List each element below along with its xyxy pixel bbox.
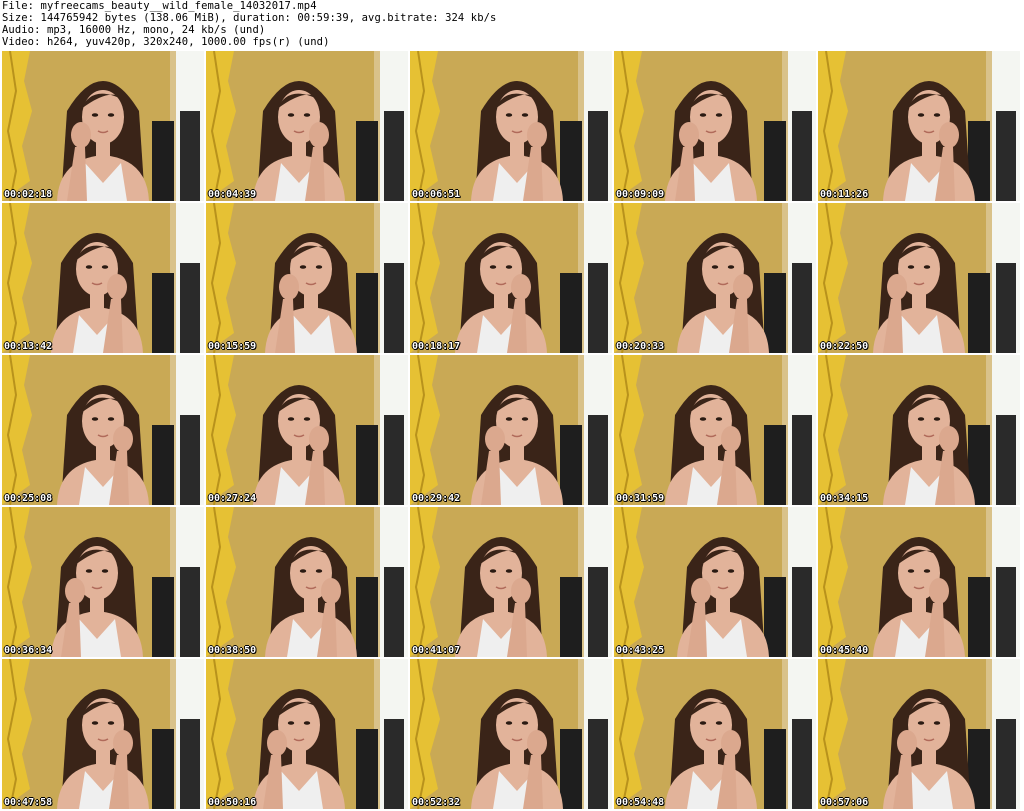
file-info-header: File: myfreecams_beauty__wild_female_140… [2,0,1012,48]
thumbnail-frame: 00:52:32 [410,659,612,809]
frame-timestamp: 00:11:26 [820,189,869,200]
frame-timestamp: 00:15:59 [208,341,257,352]
frame-timestamp: 00:45:40 [820,645,869,656]
webcam-frame-image [2,355,204,505]
frame-timestamp: 00:41:07 [412,645,461,656]
webcam-frame-image [206,203,408,353]
webcam-frame-image [818,355,1020,505]
frame-timestamp: 00:02:18 [4,189,53,200]
frame-timestamp: 00:09:09 [616,189,665,200]
webcam-frame-image [614,507,816,657]
frame-timestamp: 00:13:42 [4,341,53,352]
thumbnail-frame: 00:54:48 [614,659,816,809]
frame-timestamp: 00:43:25 [616,645,665,656]
frame-timestamp: 00:04:39 [208,189,257,200]
file-name-line: File: myfreecams_beauty__wild_female_140… [2,0,317,12]
thumbnail-grid: 00:02:18 00:04:39 00:06:51 00:09:09 00:1… [2,51,1020,809]
thumbnail-frame: 00:50:16 [206,659,408,809]
thumbnail-frame: 00:43:25 [614,507,816,657]
webcam-frame-image [410,51,612,201]
frame-timestamp: 00:31:59 [616,493,665,504]
webcam-frame-image [206,659,408,809]
webcam-frame-image [206,507,408,657]
webcam-frame-image [818,203,1020,353]
frame-timestamp: 00:38:50 [208,645,257,656]
frame-timestamp: 00:29:42 [412,493,461,504]
frame-timestamp: 00:06:51 [412,189,461,200]
webcam-frame-image [2,51,204,201]
thumbnail-frame: 00:15:59 [206,203,408,353]
thumbnail-frame: 00:22:50 [818,203,1020,353]
webcam-frame-image [818,659,1020,809]
frame-timestamp: 00:57:06 [820,797,869,808]
frame-timestamp: 00:22:50 [820,341,869,352]
webcam-frame-image [818,51,1020,201]
thumbnail-frame: 00:13:42 [2,203,204,353]
frame-timestamp: 00:54:48 [616,797,665,808]
frame-timestamp: 00:34:15 [820,493,869,504]
file-size-line: Size: 144765942 bytes (138.06 MiB), dura… [2,12,497,24]
frame-timestamp: 00:36:34 [4,645,53,656]
video-info-line: Video: h264, yuv420p, 320x240, 1000.00 f… [2,36,330,48]
thumbnail-frame: 00:41:07 [410,507,612,657]
webcam-frame-image [614,51,816,201]
thumbnail-frame: 00:36:34 [2,507,204,657]
frame-timestamp: 00:18:17 [412,341,461,352]
webcam-frame-image [614,355,816,505]
frame-timestamp: 00:52:32 [412,797,461,808]
thumbnail-frame: 00:47:58 [2,659,204,809]
thumbnail-frame: 00:02:18 [2,51,204,201]
thumbnail-frame: 00:09:09 [614,51,816,201]
webcam-frame-image [614,203,816,353]
thumbnail-frame: 00:34:15 [818,355,1020,505]
thumbnail-frame: 00:04:39 [206,51,408,201]
thumbnail-frame: 00:27:24 [206,355,408,505]
thumbnail-frame: 00:18:17 [410,203,612,353]
frame-timestamp: 00:50:16 [208,797,257,808]
webcam-frame-image [2,203,204,353]
frame-timestamp: 00:27:24 [208,493,257,504]
frame-timestamp: 00:25:08 [4,493,53,504]
webcam-frame-image [206,355,408,505]
thumbnail-frame: 00:11:26 [818,51,1020,201]
webcam-frame-image [410,659,612,809]
thumbnail-frame: 00:57:06 [818,659,1020,809]
frame-timestamp: 00:47:58 [4,797,53,808]
thumbnail-frame: 00:20:33 [614,203,816,353]
thumbnail-frame: 00:31:59 [614,355,816,505]
thumbnail-frame: 00:45:40 [818,507,1020,657]
webcam-frame-image [2,507,204,657]
thumbnail-frame: 00:29:42 [410,355,612,505]
audio-info-line: Audio: mp3, 16000 Hz, mono, 24 kb/s (und… [2,24,266,36]
frame-timestamp: 00:20:33 [616,341,665,352]
thumbnail-frame: 00:25:08 [2,355,204,505]
webcam-frame-image [206,51,408,201]
thumbnail-frame: 00:06:51 [410,51,612,201]
webcam-frame-image [410,355,612,505]
webcam-frame-image [410,507,612,657]
webcam-frame-image [614,659,816,809]
webcam-frame-image [2,659,204,809]
webcam-frame-image [410,203,612,353]
webcam-frame-image [818,507,1020,657]
thumbnail-frame: 00:38:50 [206,507,408,657]
